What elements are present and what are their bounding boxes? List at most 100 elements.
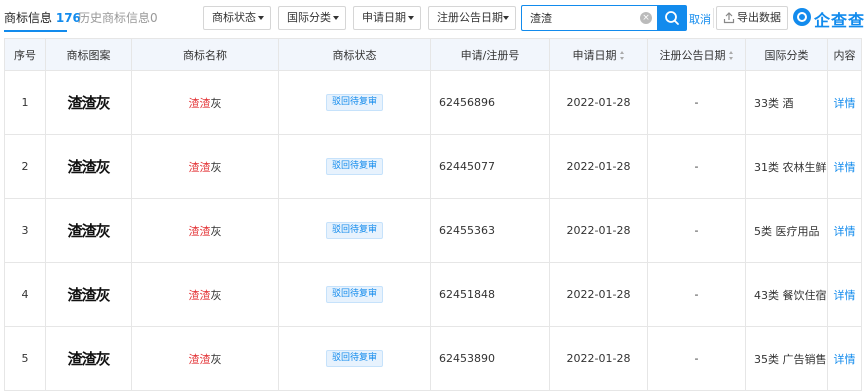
- col-header-image: 商标图案: [45, 38, 132, 71]
- trademark-image: 渣渣灰: [45, 134, 132, 199]
- cell-name: 渣渣灰: [131, 326, 279, 391]
- filter-intl-class-dropdown[interactable]: 国际分类: [278, 6, 346, 30]
- sort-icon[interactable]: [728, 51, 734, 60]
- cell-class: 31类 农林生鲜: [745, 134, 828, 199]
- filter-label: 商标状态: [212, 11, 256, 24]
- logo-icon: [793, 8, 811, 26]
- cell-name: 渣渣灰: [131, 134, 279, 199]
- col-header-label: 注册公告日期: [659, 48, 726, 62]
- tab-history-trademark-info[interactable]: 历史商标信息0: [78, 9, 158, 26]
- cell-name: 渣渣灰: [131, 198, 279, 263]
- sort-icon[interactable]: [619, 51, 625, 60]
- cell-status: 驳回待复审: [278, 326, 431, 391]
- status-badge: 驳回待复审: [325, 94, 383, 111]
- clear-icon[interactable]: ×: [640, 12, 652, 24]
- col-header-name: 商标名称: [131, 38, 279, 71]
- name-highlight: 渣渣: [188, 288, 211, 302]
- search-button[interactable]: [657, 5, 687, 31]
- search-input[interactable]: [522, 6, 642, 30]
- search-box: ×: [521, 5, 657, 31]
- cell-no: 5: [4, 326, 46, 391]
- cell-no: 4: [4, 262, 46, 327]
- cell-pub-date: -: [647, 262, 746, 327]
- trademark-image-text: 渣渣灰: [67, 158, 110, 176]
- chevron-down-icon: [258, 16, 264, 20]
- col-header-apply-date[interactable]: 申请日期: [549, 38, 648, 71]
- trademark-image: 渣渣灰: [45, 198, 132, 263]
- detail-link[interactable]: 详情: [827, 70, 862, 135]
- col-header-content: 内容: [827, 38, 862, 71]
- filter-label: 申请日期: [362, 11, 406, 24]
- chevron-down-icon: [408, 16, 414, 20]
- status-badge: 驳回待复审: [325, 158, 383, 175]
- cell-reg-no: 62445077: [430, 134, 550, 199]
- name-rest: 灰: [210, 224, 222, 238]
- logo-text: 企查查: [814, 11, 865, 30]
- status-badge: 驳回待复审: [325, 222, 383, 239]
- cell-status: 驳回待复审: [278, 70, 431, 135]
- trademark-image: 渣渣灰: [45, 70, 132, 135]
- table-header-row: 序号 商标图案 商标名称 商标状态 申请/注册号 申请日期 注册公告日期 国际分…: [4, 38, 862, 71]
- cell-name: 渣渣灰: [131, 262, 279, 327]
- search-icon: [665, 11, 679, 25]
- col-header-pub-date[interactable]: 注册公告日期: [647, 38, 746, 71]
- cell-pub-date: -: [647, 134, 746, 199]
- col-header-reg-no: 申请/注册号: [430, 38, 550, 71]
- name-rest: 灰: [210, 352, 222, 366]
- cell-apply-date: 2022-01-28: [549, 326, 648, 391]
- detail-link[interactable]: 详情: [827, 198, 862, 263]
- export-data-button[interactable]: 导出数据: [716, 6, 788, 30]
- col-header-class: 国际分类: [745, 38, 828, 71]
- filter-apply-date-dropdown[interactable]: 申请日期: [353, 6, 421, 30]
- cell-no: 2: [4, 134, 46, 199]
- table-row: 1 渣渣灰 渣渣灰 驳回待复审 62456896 2022-01-28 - 33…: [4, 70, 862, 135]
- filter-pub-date-dropdown[interactable]: 注册公告日期: [428, 6, 516, 30]
- cell-no: 3: [4, 198, 46, 263]
- cell-reg-no: 62455363: [430, 198, 550, 263]
- cell-apply-date: 2022-01-28: [549, 70, 648, 135]
- col-header-status: 商标状态: [278, 38, 431, 71]
- col-header-label: 申请日期: [572, 48, 617, 62]
- detail-link[interactable]: 详情: [827, 262, 862, 327]
- name-highlight: 渣渣: [188, 160, 211, 174]
- filter-label: 注册公告日期: [437, 11, 503, 24]
- active-tab-indicator: [4, 30, 67, 32]
- cell-name: 渣渣灰: [131, 70, 279, 135]
- tab-trademark-info-label: 商标信息: [4, 11, 53, 25]
- name-rest: 灰: [210, 160, 222, 174]
- trademark-image-text: 渣渣灰: [67, 94, 110, 112]
- trademark-image-text: 渣渣灰: [67, 286, 110, 304]
- trademark-image-text: 渣渣灰: [67, 222, 110, 240]
- table-row: 2 渣渣灰 渣渣灰 驳回待复审 62445077 2022-01-28 - 31…: [4, 134, 862, 199]
- table-row: 4 渣渣灰 渣渣灰 驳回待复审 62451848 2022-01-28 - 43…: [4, 262, 862, 327]
- table-row: 3 渣渣灰 渣渣灰 驳回待复审 62455363 2022-01-28 - 5类…: [4, 198, 862, 263]
- cell-class: 5类 医疗用品: [745, 198, 828, 263]
- toolbar: 商标信息 176 历史商标信息0 商标状态 国际分类 申请日期 注册公告日期 ×…: [0, 0, 865, 36]
- chevron-down-icon: [503, 16, 509, 20]
- trademark-image: 渣渣灰: [45, 326, 132, 391]
- col-header-no: 序号: [4, 38, 46, 71]
- name-highlight: 渣渣: [188, 224, 211, 238]
- filter-trademark-status-dropdown[interactable]: 商标状态: [203, 6, 271, 30]
- export-label: 导出数据: [737, 11, 781, 24]
- name-rest: 灰: [210, 288, 222, 302]
- cell-class: 35类 广告销售: [745, 326, 828, 391]
- cell-reg-no: 62453890: [430, 326, 550, 391]
- cancel-link[interactable]: 取消: [689, 11, 711, 27]
- trademark-image-text: 渣渣灰: [67, 350, 110, 368]
- status-badge: 驳回待复审: [325, 286, 383, 303]
- cell-status: 驳回待复审: [278, 134, 431, 199]
- cell-class: 33类 酒: [745, 70, 828, 135]
- cell-reg-no: 62456896: [430, 70, 550, 135]
- cell-no: 1: [4, 70, 46, 135]
- cell-apply-date: 2022-01-28: [549, 198, 648, 263]
- cell-class: 43类 餐饮住宿: [745, 262, 828, 327]
- detail-link[interactable]: 详情: [827, 134, 862, 199]
- divider: [713, 8, 714, 28]
- cell-pub-date: -: [647, 70, 746, 135]
- cell-apply-date: 2022-01-28: [549, 134, 648, 199]
- detail-link[interactable]: 详情: [827, 326, 862, 391]
- name-rest: 灰: [210, 96, 222, 110]
- tab-trademark-info[interactable]: 商标信息 176: [4, 9, 81, 26]
- cell-pub-date: -: [647, 326, 746, 391]
